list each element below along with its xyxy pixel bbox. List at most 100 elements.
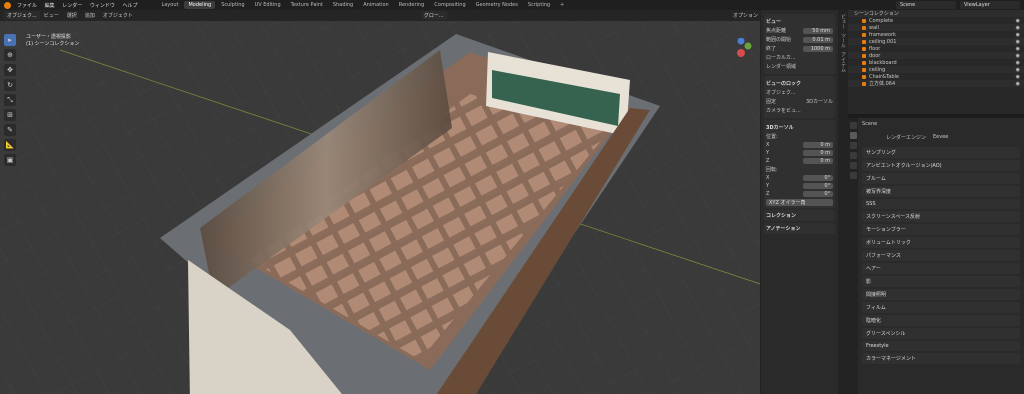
eye-icon[interactable]: ◉ — [1016, 53, 1020, 59]
collection-panel[interactable]: コレクション — [764, 210, 835, 221]
eye-icon[interactable]: ◉ — [1016, 67, 1020, 73]
scale-icon[interactable]: ⤡ — [4, 94, 16, 106]
scene-selector[interactable]: Scene — [896, 1, 956, 9]
outliner-row[interactable]: ceiling.001 ◉ — [848, 38, 1024, 45]
panel-sss[interactable]: SSS — [862, 199, 1020, 209]
loc-x-field[interactable]: 0 m — [803, 142, 833, 148]
loc-z-field[interactable]: 0 m — [803, 158, 833, 164]
eye-icon[interactable]: ◉ — [1016, 25, 1020, 31]
outliner-row[interactable]: 立方体.064 ◉ — [848, 80, 1024, 87]
menu-file[interactable]: ファイル — [17, 3, 37, 9]
panel-ssr[interactable]: スクリーンスペース反射 — [862, 211, 1020, 222]
loc-y-field[interactable]: 0 m — [803, 150, 833, 156]
panel-hair[interactable]: ヘアー — [862, 263, 1020, 274]
panel-bloom[interactable]: ブルーム — [862, 173, 1020, 184]
eye-icon[interactable]: ◉ — [1016, 18, 1020, 24]
menu-edit[interactable]: 編集 — [45, 3, 55, 9]
outliner-row[interactable]: floor ◉ — [848, 45, 1024, 52]
move-icon[interactable]: ✥ — [4, 64, 16, 76]
eye-icon[interactable]: ◉ — [1016, 74, 1020, 80]
tab-shading[interactable]: Shading — [329, 1, 357, 9]
tab-item[interactable]: アイテム — [840, 52, 847, 72]
clip-end-field[interactable]: 1000 m — [803, 45, 833, 52]
tab-texture-paint[interactable]: Texture Paint — [287, 1, 327, 9]
blender-logo-icon[interactable] — [4, 1, 11, 9]
add-cube-icon[interactable]: ▣ — [4, 154, 16, 166]
world-tab-icon[interactable] — [849, 172, 857, 179]
eye-icon[interactable]: ◉ — [1016, 60, 1020, 66]
measure-icon[interactable]: 📐 — [4, 139, 16, 151]
transform-icon[interactable]: ⊞ — [4, 109, 16, 121]
mode-selector[interactable]: オブジェク... — [4, 11, 40, 20]
eye-icon[interactable]: ◉ — [1016, 32, 1020, 38]
view-lock-header[interactable]: ビューのロック — [766, 80, 833, 87]
lock-3dcursor-checkbox[interactable]: 3Dカーソル — [806, 98, 833, 105]
navigation-gizmo[interactable] — [726, 38, 756, 68]
gizmo-y-icon[interactable] — [744, 42, 752, 50]
output-tab-icon[interactable] — [849, 142, 857, 149]
cursor-icon[interactable]: ⊕ — [4, 49, 16, 61]
outliner-row[interactable]: ceiling ◉ — [848, 66, 1024, 73]
panel-volumetrics[interactable]: ボリュームトリック — [862, 237, 1020, 248]
panel-performance[interactable]: パフォーマンス — [862, 250, 1020, 261]
menu-view[interactable]: ビュー — [44, 12, 59, 19]
outliner-row[interactable]: Chair&Table ◉ — [848, 73, 1024, 80]
outliner-row[interactable]: Complete ◉ — [848, 17, 1024, 24]
outliner-row[interactable]: blackboard ◉ — [848, 59, 1024, 66]
rot-z-field[interactable]: 0° — [803, 191, 833, 197]
rotate-icon[interactable]: ↻ — [4, 79, 16, 91]
tab-animation[interactable]: Animation — [359, 1, 393, 9]
rot-y-field[interactable]: 0° — [803, 183, 833, 189]
annotation-panel[interactable]: アノテーション — [764, 223, 835, 234]
tab-modeling[interactable]: Modeling — [184, 1, 216, 9]
tab-tool[interactable]: ツール — [840, 33, 847, 48]
panel-dof[interactable]: 被写界深度 — [862, 186, 1020, 197]
menu-render[interactable]: レンダー — [62, 3, 82, 9]
menu-add[interactable]: 追加 — [85, 12, 95, 19]
eye-icon[interactable]: ◉ — [1016, 39, 1020, 45]
clip-start-field[interactable]: 0.01 m — [803, 36, 833, 43]
menu-window[interactable]: ウィンドウ — [90, 3, 115, 9]
scene-tab-icon[interactable] — [849, 162, 857, 169]
eye-icon[interactable]: ◉ — [1016, 81, 1020, 87]
outliner-row[interactable]: wall ◉ — [848, 24, 1024, 31]
tab-uv-editing[interactable]: UV Editing — [251, 1, 285, 9]
menu-object[interactable]: オブジェクト — [103, 12, 133, 19]
viewport-options[interactable]: オプション — [733, 12, 758, 19]
menu-help[interactable]: ヘルプ — [122, 3, 137, 9]
scene-collection-row[interactable]: シーンコレクション — [848, 10, 1024, 17]
outliner-row[interactable]: framework ◉ — [848, 31, 1024, 38]
select-box-icon[interactable]: ▸ — [4, 34, 16, 46]
panel-film[interactable]: フィルム — [862, 302, 1020, 313]
tab-view[interactable]: ビュー — [840, 14, 847, 29]
menu-select[interactable]: 選択 — [67, 12, 77, 19]
panel-indirect-lighting[interactable]: 間接照明 — [862, 289, 1020, 300]
transform-pivot-selector[interactable]: グロー... — [420, 11, 447, 20]
gizmo-z-icon[interactable] — [737, 38, 745, 45]
render-tab-icon[interactable] — [849, 132, 857, 139]
render-region-checkbox[interactable]: レンダー領域 — [766, 63, 796, 70]
tab-compositing[interactable]: Compositing — [430, 1, 469, 9]
tab-geometry-nodes[interactable]: Geometry Nodes — [472, 1, 522, 9]
eye-icon[interactable]: ◉ — [1016, 46, 1020, 52]
tab-scripting[interactable]: Scripting — [524, 1, 554, 9]
view-layer-selector[interactable]: ViewLayer — [960, 1, 1020, 9]
panel-color-management[interactable]: カラーマネージメント — [862, 353, 1020, 364]
panel-grease-pencil[interactable]: グリースペンシル — [862, 328, 1020, 339]
add-workspace-icon[interactable]: + — [556, 1, 568, 9]
panel-freestyle[interactable]: Freestyle — [862, 341, 1020, 351]
tab-rendering[interactable]: Rendering — [395, 1, 429, 9]
tab-sculpting[interactable]: Sculpting — [217, 1, 248, 9]
panel-simplify[interactable]: 陰暗化 — [862, 315, 1020, 326]
panel-motion-blur[interactable]: モーションブラー — [862, 224, 1020, 235]
annotate-icon[interactable]: ✎ — [4, 124, 16, 136]
panel-shadows[interactable]: 影 — [862, 276, 1020, 287]
rot-x-field[interactable]: 0° — [803, 175, 833, 181]
rotation-mode-select[interactable]: XYZ オイラー角 — [766, 199, 833, 206]
focal-length-field[interactable]: 50 mm — [803, 27, 833, 34]
view-header[interactable]: ビュー — [766, 18, 833, 25]
3d-viewport[interactable]: オブジェク... ビュー 選択 追加 オブジェクト グロー... オプション ▸… — [0, 10, 838, 394]
panel-ao[interactable]: アンビエントオクルージョン(AO) — [862, 160, 1020, 171]
gizmo-x-icon[interactable] — [737, 49, 745, 57]
tab-layout[interactable]: Layout — [157, 1, 182, 9]
